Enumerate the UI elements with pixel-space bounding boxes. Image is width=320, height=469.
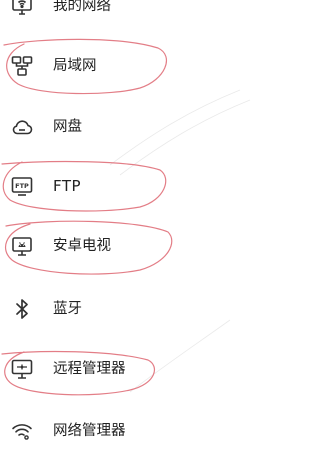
menu-item-label: 远程管理器	[53, 361, 126, 377]
network-manager-icon	[10, 419, 34, 443]
menu-item-remote-manager[interactable]: 远程管理器	[0, 349, 320, 389]
menu-item-lan[interactable]: 局域网	[0, 46, 320, 86]
lan-icon	[10, 54, 34, 78]
menu-item-label: 我的网络	[53, 0, 111, 14]
menu-item-label: 蓝牙	[53, 301, 82, 317]
menu-item-label: 网络管理器	[53, 423, 126, 439]
menu-item-label: FTP	[53, 177, 82, 195]
menu-item-cloud-drive[interactable]: 网盘	[0, 107, 320, 147]
side-menu: 我的网络 局域网 网盘 FTP FTP 安卓电视 蓝牙 远程管理器 网络管理器	[0, 0, 320, 469]
menu-item-label: 安卓电视	[53, 238, 111, 254]
ftp-icon: FTP	[10, 174, 34, 198]
svg-text:FTP: FTP	[15, 182, 29, 190]
bluetooth-icon	[10, 297, 34, 321]
network-monitor-icon	[10, 0, 34, 18]
remote-manager-icon	[10, 357, 34, 381]
menu-item-my-network[interactable]: 我的网络	[0, 0, 320, 26]
android-tv-icon	[10, 234, 34, 258]
menu-item-bluetooth[interactable]: 蓝牙	[0, 289, 320, 329]
menu-item-label: 局域网	[53, 58, 97, 74]
menu-item-android-tv[interactable]: 安卓电视	[0, 226, 320, 266]
menu-item-network-manager[interactable]: 网络管理器	[0, 411, 320, 451]
menu-item-ftp[interactable]: FTP FTP	[0, 166, 320, 206]
cloud-icon	[10, 115, 34, 139]
menu-item-label: 网盘	[53, 119, 82, 135]
